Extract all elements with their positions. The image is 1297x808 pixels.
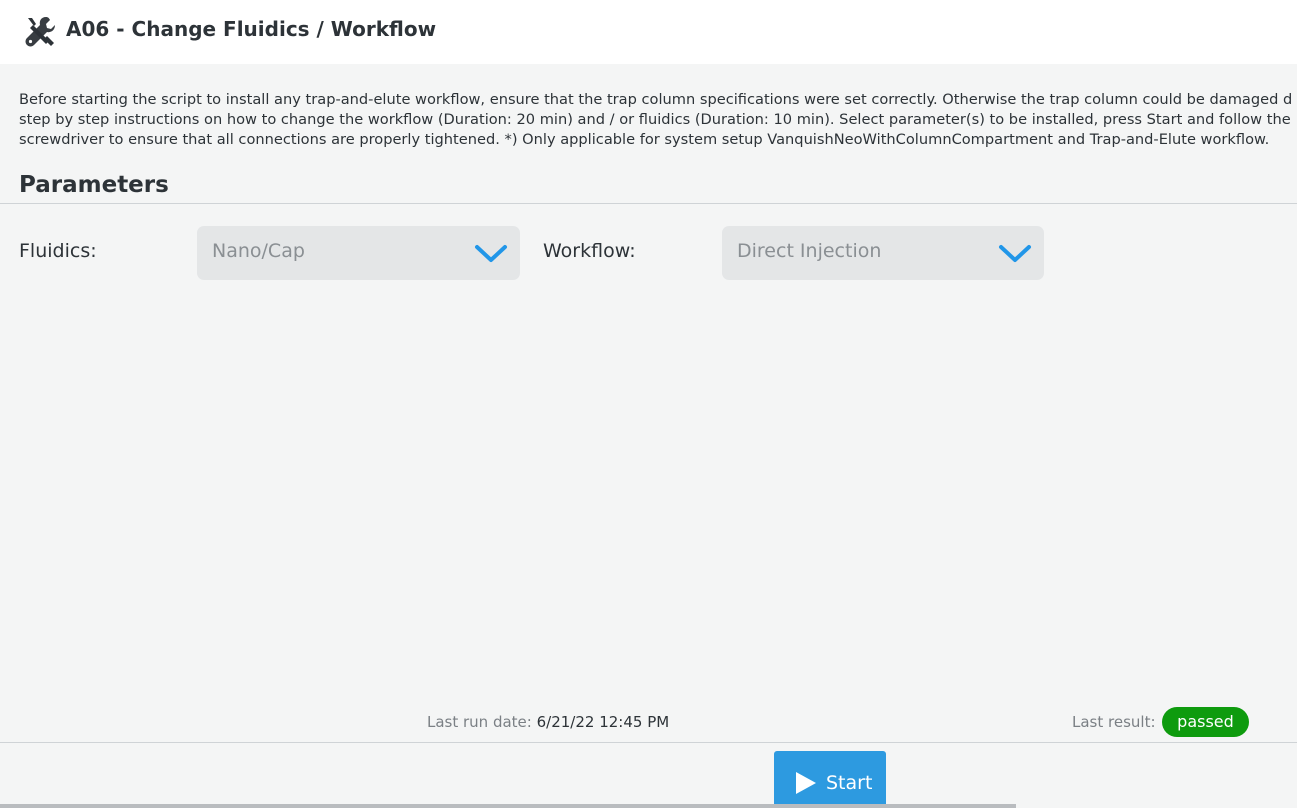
fluidics-selected-value: Nano/Cap bbox=[212, 240, 305, 262]
status-badge: passed bbox=[1162, 707, 1249, 737]
divider bbox=[0, 742, 1297, 743]
script-window: A06 - Change Fluidics / Workflow Before … bbox=[0, 0, 1297, 808]
chevron-down-icon bbox=[474, 240, 508, 266]
instructions-text: Before starting the script to install an… bbox=[19, 90, 1297, 150]
start-button-label: Start bbox=[826, 772, 873, 794]
instructions-line: screwdriver to ensure that all connectio… bbox=[19, 131, 1270, 148]
last-result-label: Last result: bbox=[1072, 713, 1156, 731]
chevron-down-icon bbox=[998, 240, 1032, 266]
play-icon bbox=[795, 771, 817, 795]
last-run-date: Last run date: 6/21/22 12:45 PM bbox=[427, 713, 669, 731]
tools-icon bbox=[22, 14, 56, 48]
instructions-line: step by step instructions on how to chan… bbox=[19, 111, 1291, 128]
horizontal-scrollbar[interactable] bbox=[0, 804, 1016, 808]
parameters-heading: Parameters bbox=[19, 172, 169, 198]
page-title: A06 - Change Fluidics / Workflow bbox=[66, 17, 437, 41]
workflow-dropdown[interactable]: Direct Injection bbox=[722, 226, 1044, 280]
divider bbox=[0, 203, 1297, 204]
start-button[interactable]: Start bbox=[774, 751, 886, 808]
workflow-selected-value: Direct Injection bbox=[737, 240, 882, 262]
fluidics-label: Fluidics: bbox=[19, 240, 97, 262]
last-run-value: 6/21/22 12:45 PM bbox=[536, 713, 670, 731]
fluidics-dropdown[interactable]: Nano/Cap bbox=[197, 226, 520, 280]
instructions-line: Before starting the script to install an… bbox=[19, 91, 1293, 108]
workflow-label: Workflow: bbox=[543, 240, 636, 262]
header-bar: A06 - Change Fluidics / Workflow bbox=[0, 0, 1297, 64]
last-run-label: Last run date: bbox=[427, 713, 532, 731]
